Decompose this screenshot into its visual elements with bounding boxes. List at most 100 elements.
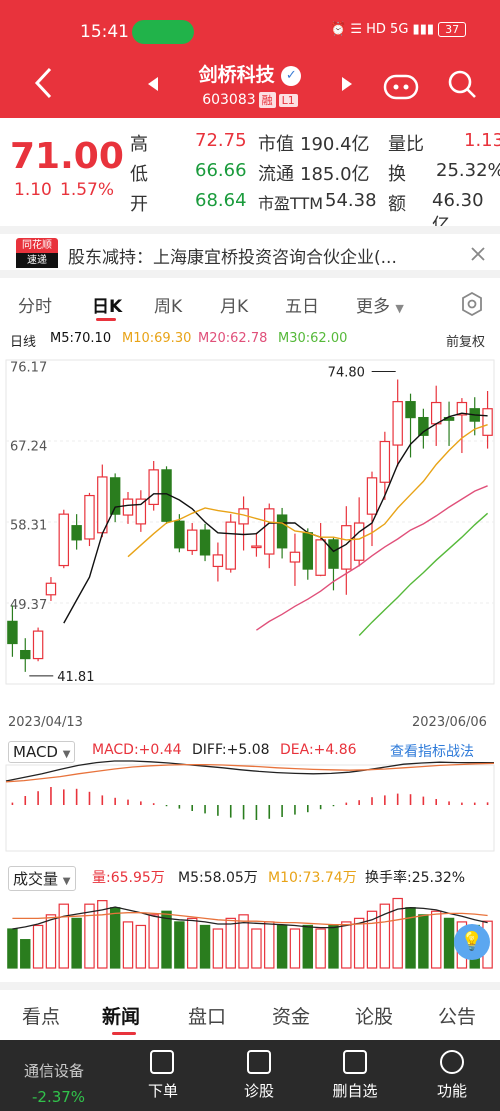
candle-down: [199, 529, 211, 556]
candle-up: [353, 522, 365, 561]
candle-up: [97, 476, 108, 534]
x-axis-end-label: 2023/06/06: [412, 715, 487, 730]
tab-capital-flow[interactable]: 资金: [272, 1002, 310, 1029]
candle-up: [122, 498, 134, 516]
ma5-line: [63, 412, 488, 624]
volume-bar-down: [71, 917, 82, 969]
level-badge: L1: [278, 93, 298, 107]
order-icon[interactable]: [150, 1050, 174, 1074]
stock-code-row: 603083 融 L1: [0, 92, 500, 108]
candle-down: [20, 649, 31, 660]
news-source-logo: 同花顺 速递: [16, 238, 58, 268]
candle-up: [32, 630, 44, 660]
candle-up: [84, 494, 95, 540]
volume-bar-up: [148, 914, 159, 969]
min-price-label: 41.81: [57, 670, 94, 685]
stock-header: 15:41 ⏰ ☰ HD 5G ▮▮▮ 37 剑桥科技 ✓ 603083 融 L1: [0, 0, 500, 118]
remove-watchlist-icon[interactable]: [343, 1050, 367, 1074]
sector-name[interactable]: 通信设备: [24, 1060, 84, 1081]
candle-up: [482, 408, 493, 436]
dea-line: [5, 762, 495, 783]
volume-bar-down: [443, 917, 455, 969]
mcap-value: 190.4亿: [300, 134, 370, 155]
candle-up: [315, 539, 326, 576]
pe-value: 54.38: [325, 190, 377, 211]
candle-up: [289, 551, 301, 563]
functions-button[interactable]: 功能: [417, 1080, 487, 1101]
order-button[interactable]: 下单: [128, 1080, 198, 1101]
status-icons: ⏰ ☰ HD 5G ▮▮▮ 37: [330, 22, 467, 37]
tab-weekly-k[interactable]: 周K: [154, 292, 182, 317]
candle-up: [392, 401, 403, 446]
remove-watchlist-button[interactable]: 删自选: [320, 1080, 390, 1101]
kline-svg: 76.17 67.24 58.31 49.37 74.80 41.81 2023/04/13…: [5, 359, 495, 730]
diagnose-button[interactable]: 诊股: [224, 1080, 294, 1101]
vr-value: 1.13: [464, 130, 500, 151]
tab-news[interactable]: 新闻: [102, 1002, 140, 1029]
macd-frame: [5, 764, 495, 852]
quote-panel: 71.00 1.10 1.57% 高 72.75 低 66.66 开 68.64…: [0, 118, 500, 236]
volume-bar-up: [264, 921, 275, 969]
sector-change: -2.37%: [32, 1088, 86, 1106]
volume-bar-up: [45, 914, 57, 969]
robot-icon[interactable]: [382, 70, 420, 102]
macd-panel[interactable]: MACD ▼ MACD:+0.44 DIFF:+5.08 DEA:+4.86 查…: [0, 735, 500, 855]
margin-badge: 融: [258, 92, 276, 108]
bottom-action-bar: 通信设备 -2.37% 下单 诊股 删自选 功能: [0, 1040, 500, 1111]
candle-up: [186, 529, 198, 552]
y-tick-label: 49.37: [10, 598, 47, 613]
candle-up: [264, 508, 275, 555]
open-value: 68.64: [195, 190, 247, 211]
battery: 37: [438, 22, 467, 37]
tab-highlights[interactable]: 看点: [22, 1002, 60, 1029]
news-strip[interactable]: 同花顺 速递 股东减持：上海康宜桥投资咨询合伙企业(...: [0, 226, 500, 278]
candle-up: [379, 440, 391, 483]
candle-up: [148, 469, 159, 506]
lightbulb-icon[interactable]: 💡: [454, 924, 490, 960]
kline-chart[interactable]: 日线 M5:70.10 M10:69.30 M20:62.78 M30:62.0…: [0, 324, 500, 734]
open-label: 开: [130, 194, 148, 215]
max-price-label: 74.80: [328, 365, 365, 380]
vr-label: 量比: [388, 134, 424, 155]
tab-intraday[interactable]: 分时: [18, 292, 52, 317]
tab-announcements[interactable]: 公告: [438, 1002, 476, 1029]
turnover-label: 换: [388, 164, 406, 185]
float-value: 185.0亿: [300, 164, 370, 185]
tab-order-book[interactable]: 盘口: [188, 1002, 226, 1029]
functions-icon[interactable]: [440, 1050, 464, 1074]
amount-label: 额: [388, 194, 406, 215]
verified-icon: ✓: [281, 65, 302, 86]
volume-panel[interactable]: 成交量 ▼ 量:65.95万 M5:58.05万 M10:73.74万 换手率:…: [0, 860, 500, 972]
volume-bar-up: [122, 921, 134, 969]
diff-line: [5, 760, 494, 782]
volume-bar-up: [225, 917, 236, 969]
tab-more[interactable]: 更多 ▼: [356, 292, 404, 317]
volume-bar-up: [58, 903, 70, 969]
volume-bar-up: [289, 928, 301, 969]
ma30-line: [358, 512, 489, 636]
volume-bar-down: [328, 924, 339, 969]
turnover-value: 25.32%: [436, 160, 500, 181]
diagnose-icon[interactable]: [247, 1050, 271, 1074]
settings-icon[interactable]: [460, 292, 484, 316]
high-label: 高: [130, 134, 148, 155]
tab-five-day[interactable]: 五日: [285, 292, 319, 317]
mcap-label: 市值: [258, 134, 294, 155]
tab-daily-k[interactable]: 日K: [92, 292, 122, 317]
volume-bar-down: [302, 924, 314, 969]
search-icon[interactable]: [446, 68, 478, 100]
news-headline: 股东减持：上海康宜桥投资咨询合伙企业(...: [68, 248, 397, 268]
tab-monthly-k[interactable]: 月K: [220, 292, 248, 317]
tab-discussion[interactable]: 论股: [355, 1002, 393, 1029]
volume-bar-up: [84, 903, 95, 969]
dropdown-icon: ▼: [395, 302, 404, 315]
active-tab-underline: [96, 318, 116, 321]
candle-up: [366, 477, 378, 515]
volume-bar-up: [212, 928, 224, 969]
candle-down: [302, 532, 314, 570]
volume-bar-up: [32, 924, 44, 969]
close-icon[interactable]: [470, 246, 486, 262]
volume-bar-down: [20, 939, 31, 969]
candle-up: [430, 401, 442, 425]
x-axis-start-label: 2023/04/13: [8, 715, 83, 730]
